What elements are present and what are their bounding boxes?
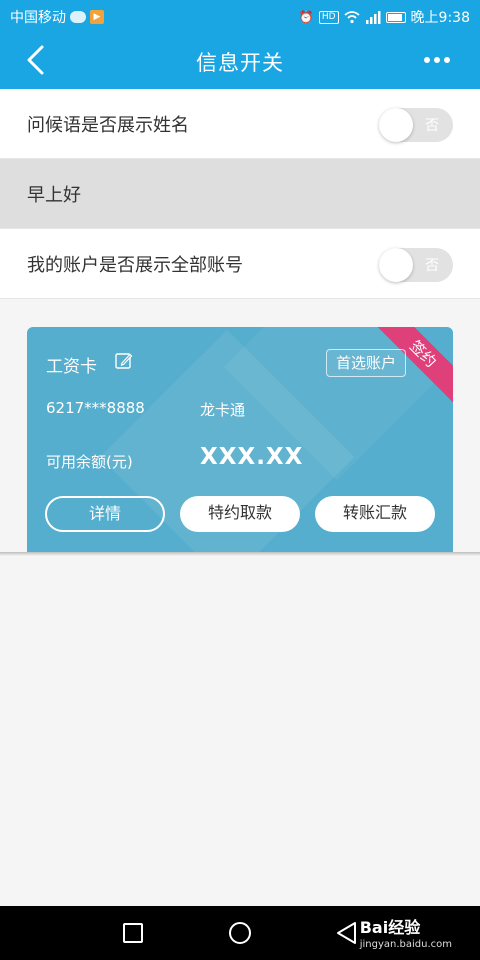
account-type: 龙卡通 — [200, 401, 246, 419]
balance-value: XXX.XX — [200, 444, 304, 470]
transfer-button[interactable]: 转账汇款 — [315, 496, 435, 532]
system-nav-bar: Bai经验 jingyan.baidu.com — [0, 906, 480, 960]
toggle-knob — [379, 248, 413, 282]
card-bottom-shadow — [0, 552, 480, 556]
more-dots-icon[interactable] — [424, 57, 450, 63]
toggle-off-text: 否 — [425, 118, 439, 134]
card-name: 工资卡 — [46, 357, 97, 377]
status-right: ⏰ HD 晚上9:38 — [299, 7, 470, 27]
toggle-off-text: 否 — [425, 258, 439, 274]
alarm-icon: ⏰ — [298, 10, 314, 24]
watermark-text: Bai经验 — [359, 918, 421, 937]
home-icon[interactable] — [229, 922, 251, 944]
page-title: 信息开关 — [196, 51, 284, 75]
carrier-label: 中国移动 — [10, 10, 66, 26]
wifi-icon — [343, 11, 360, 24]
watermark: Bai经验 jingyan.baidu.com — [360, 914, 452, 950]
greeting-preview: 早上好 — [0, 159, 480, 229]
setting-label-show-all-accounts: 我的账户是否展示全部账号 — [27, 255, 243, 276]
hd-badge: HD — [318, 10, 339, 24]
nav-bar: 信息开关 — [0, 32, 480, 89]
greeting-text: 早上好 — [27, 185, 81, 206]
status-bar: 中国移动 ▶ ⏰ HD 晚上9:38 — [0, 0, 480, 32]
status-time: 晚上9:38 — [410, 10, 470, 26]
wechat-icon — [70, 11, 86, 23]
video-app-icon: ▶ — [90, 10, 104, 24]
toggle-knob — [379, 108, 413, 142]
show-all-accounts-toggle[interactable]: 否 — [379, 248, 453, 282]
account-card[interactable]: 签约 工资卡 首选账户 6217***8888 龙卡通 可用余额(元) XXX.… — [27, 327, 453, 552]
balance-label: 可用余额(元) — [46, 453, 133, 471]
primary-account-tag: 首选账户 — [326, 349, 407, 377]
special-withdraw-button[interactable]: 特约取款 — [180, 496, 300, 532]
back-triangle-icon[interactable] — [335, 921, 359, 945]
recent-apps-icon[interactable] — [123, 923, 143, 943]
details-button[interactable]: 详情 — [45, 496, 165, 532]
battery-icon — [385, 11, 406, 23]
show-name-toggle[interactable]: 否 — [379, 108, 453, 142]
account-number: 6217***8888 — [46, 399, 145, 417]
setting-row-show-all-accounts: 我的账户是否展示全部账号 否 — [0, 229, 480, 299]
edit-icon[interactable] — [115, 352, 133, 370]
setting-label-show-name: 问候语是否展示姓名 — [27, 115, 189, 136]
watermark-url: jingyan.baidu.com — [359, 939, 452, 950]
card-area: 签约 工资卡 首选账户 6217***8888 龙卡通 可用余额(元) XXX.… — [0, 300, 480, 552]
signal-icon — [365, 11, 381, 24]
status-left: 中国移动 ▶ — [10, 7, 104, 27]
setting-row-show-name: 问候语是否展示姓名 否 — [0, 89, 480, 159]
